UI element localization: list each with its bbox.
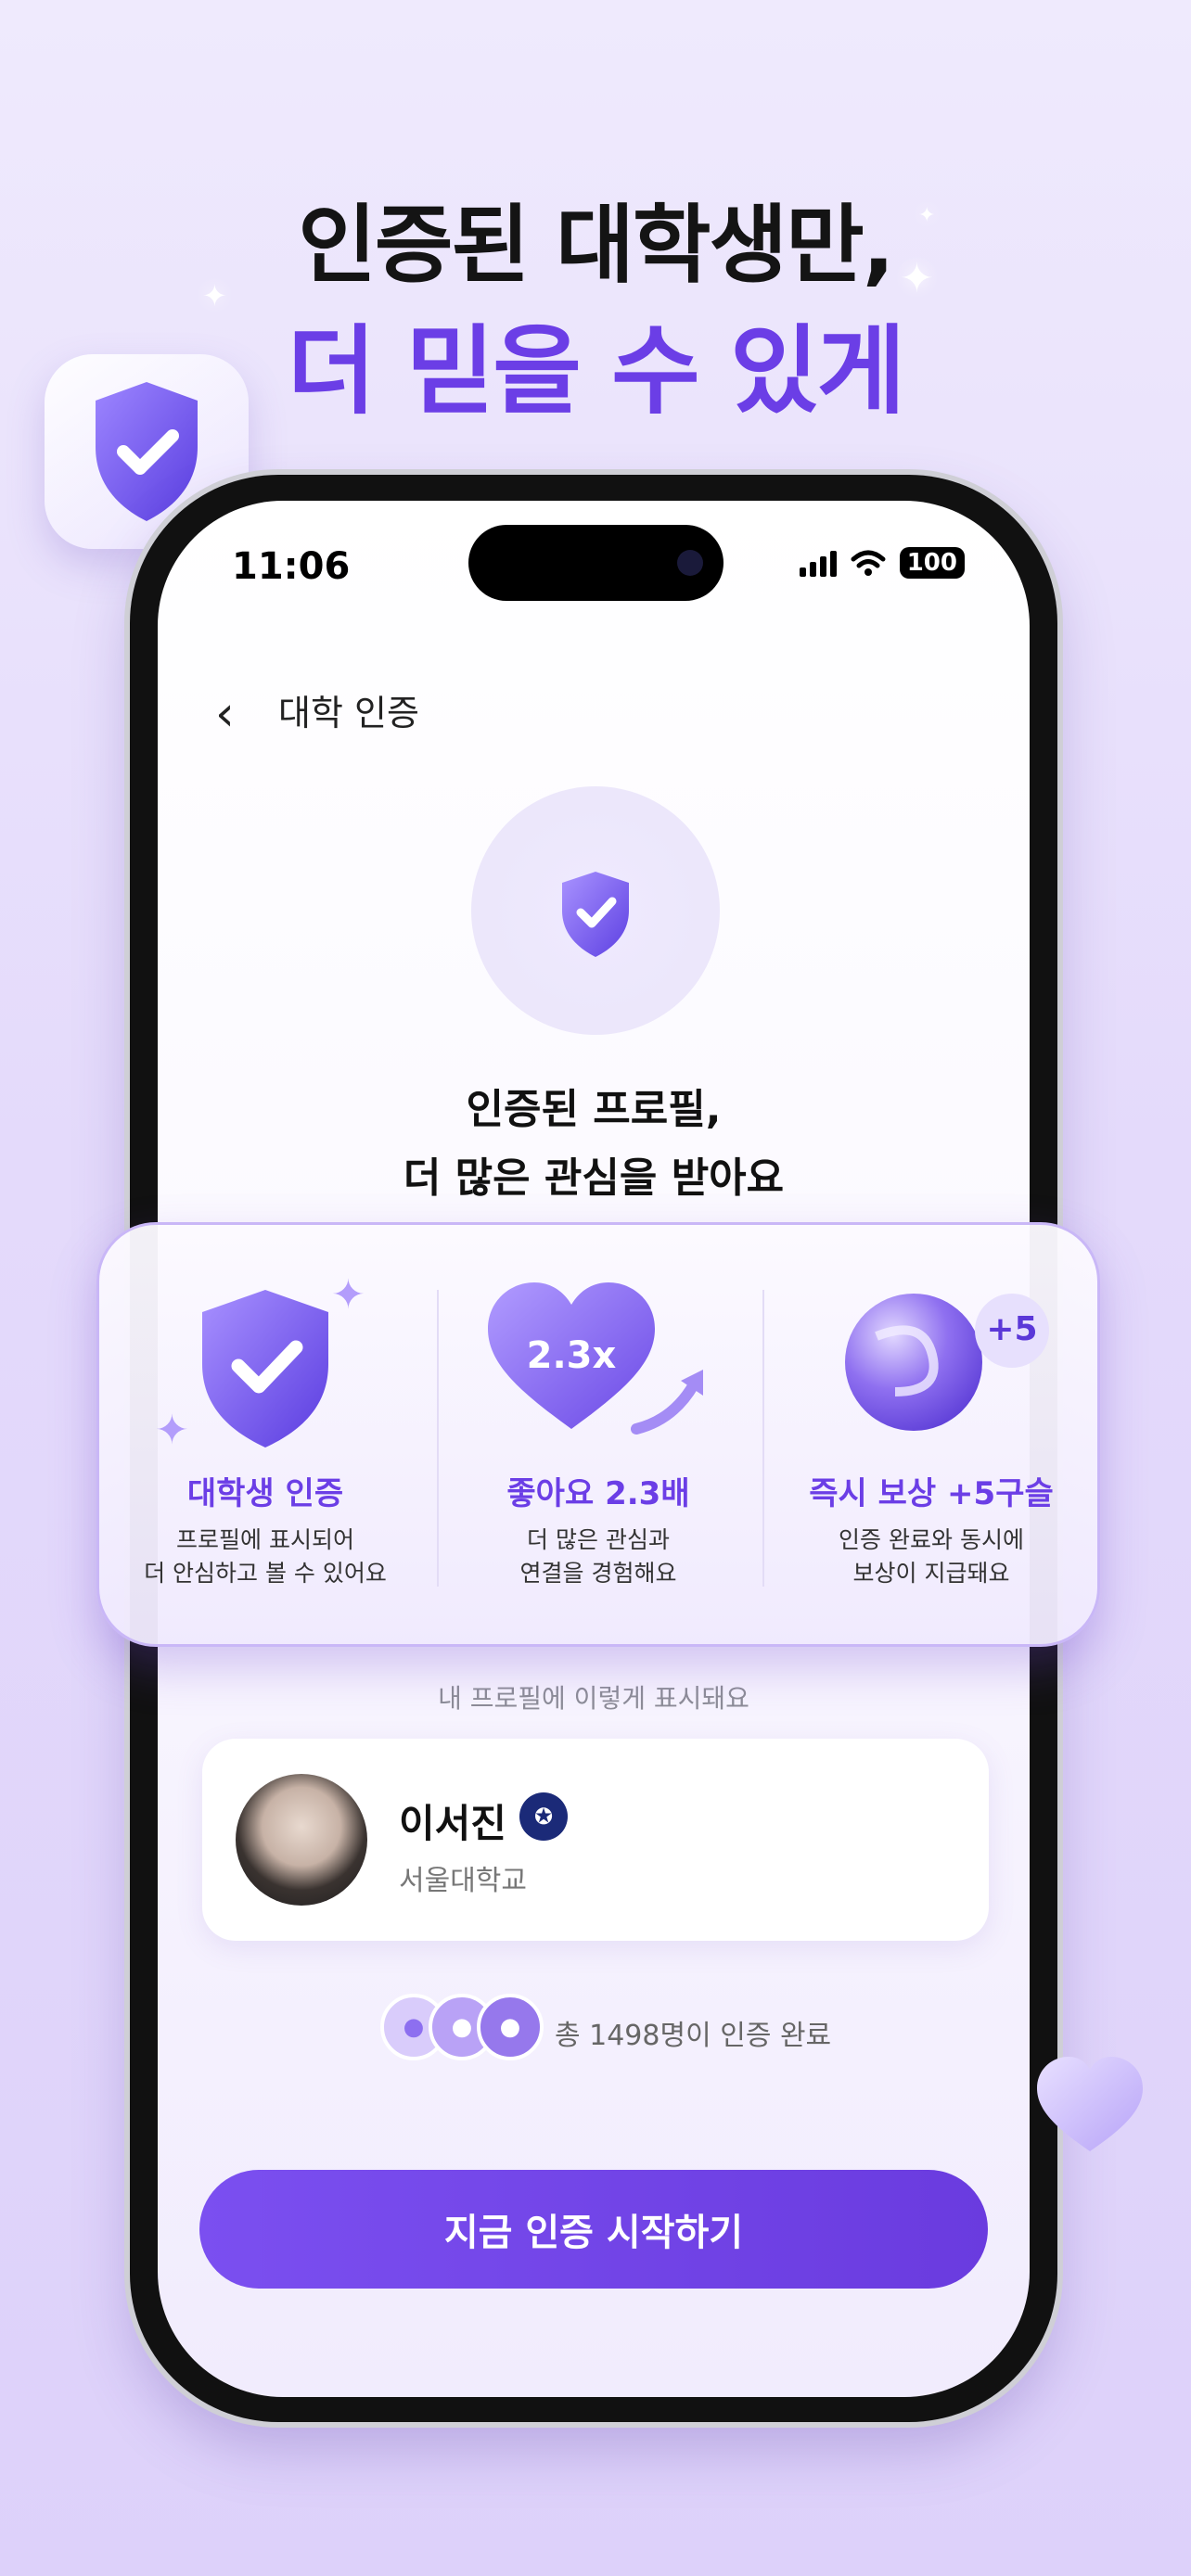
university-emblem-icon: ✪ xyxy=(519,1792,568,1841)
shield-check-icon: ✦ ✦ xyxy=(155,1271,365,1454)
heart-icon xyxy=(1037,2057,1143,2151)
svg-text:✦: ✦ xyxy=(331,1271,365,1319)
battery-indicator: 100 xyxy=(899,547,965,579)
feature-reward: +5 즉시 보상 +5구슬 인증 완료와 동시에 보상이 지급돼요 xyxy=(765,1225,1097,1644)
verified-avatars: ● ● ● xyxy=(380,1994,544,2060)
dynamic-island xyxy=(468,525,724,601)
svg-text:✦: ✦ xyxy=(155,1407,189,1454)
page-title: 대학 인증 xyxy=(278,693,419,733)
feature-desc-line: 연결을 경험해요 xyxy=(519,1560,677,1587)
chevron-left-icon[interactable]: ‹ xyxy=(215,686,235,742)
feature-desc: 프로필에 표시되어 더 안심하고 볼 수 있어요 xyxy=(99,1524,431,1590)
feature-desc-line: 프로필에 표시되어 xyxy=(176,1526,354,1553)
feature-desc-line: 더 많은 관심과 xyxy=(527,1526,670,1553)
profile-university: 서울대학교 xyxy=(399,1865,527,1897)
feature-desc-line: 보상이 지급돼요 xyxy=(852,1560,1010,1587)
hero-title: 인증된 프로필, 더 많은 관심을 받아요 xyxy=(158,1076,1030,1213)
shield-check-icon xyxy=(562,872,629,957)
reward-badge: +5 xyxy=(986,1310,1038,1348)
heart-badge: 2.3x xyxy=(526,1334,617,1377)
sparkle-icon: ✦ xyxy=(900,255,934,302)
feature-desc: 인증 완료와 동시에 보상이 지급돼요 xyxy=(765,1524,1097,1590)
status-icons: 100 xyxy=(799,547,965,579)
sparkle-icon: ✦ xyxy=(918,204,936,227)
feature-verification: ✦ ✦ 대학생 인증 프로필에 표시되어 더 안심하고 볼 수 있어요 xyxy=(99,1225,431,1644)
feature-title: 즉시 보상 +5구슬 xyxy=(809,1475,1054,1512)
feature-likes: 2.3x 좋아요 2.3배 더 많은 관심과 연결을 경험해요 xyxy=(432,1225,764,1644)
headline-line1: 인증된 대학생만, xyxy=(298,196,894,295)
hero-title-line1: 인증된 프로필, xyxy=(466,1086,722,1133)
feature-title: 대학생 인증 xyxy=(186,1475,344,1512)
profile-name: 이서진 xyxy=(399,1801,506,1846)
status-time: 11:06 xyxy=(232,545,351,588)
signal-icon xyxy=(799,549,837,577)
user-icon: ● xyxy=(477,1994,544,2060)
divider xyxy=(762,1290,764,1587)
hero-title-line2: 더 많은 관심을 받아요 xyxy=(403,1154,785,1202)
sparkle-icon: ✦ xyxy=(202,278,227,313)
preview-label: 내 프로필에 이렇게 표시돼요 xyxy=(438,1683,749,1714)
feature-title: 좋아요 2.3배 xyxy=(506,1475,690,1512)
profile-preview-card: 이서진 ✪ 서울대학교 xyxy=(202,1739,989,1941)
feature-desc-line: 더 안심하고 볼 수 있어요 xyxy=(144,1560,387,1587)
wifi-icon xyxy=(851,550,886,576)
hero-shield-circle xyxy=(471,786,720,1035)
verified-count: 총 1498명이 인증 완료 xyxy=(555,2020,832,2052)
start-verification-button[interactable]: 지금 인증 시작하기 xyxy=(199,2170,988,2289)
feature-desc: 더 많은 관심과 연결을 경험해요 xyxy=(432,1524,764,1590)
feature-desc-line: 인증 완료와 동시에 xyxy=(839,1526,1024,1553)
avatar xyxy=(236,1774,367,1906)
features-card: ✦ ✦ 대학생 인증 프로필에 표시되어 더 안심하고 볼 수 있어요 2.3x… xyxy=(96,1222,1100,1647)
